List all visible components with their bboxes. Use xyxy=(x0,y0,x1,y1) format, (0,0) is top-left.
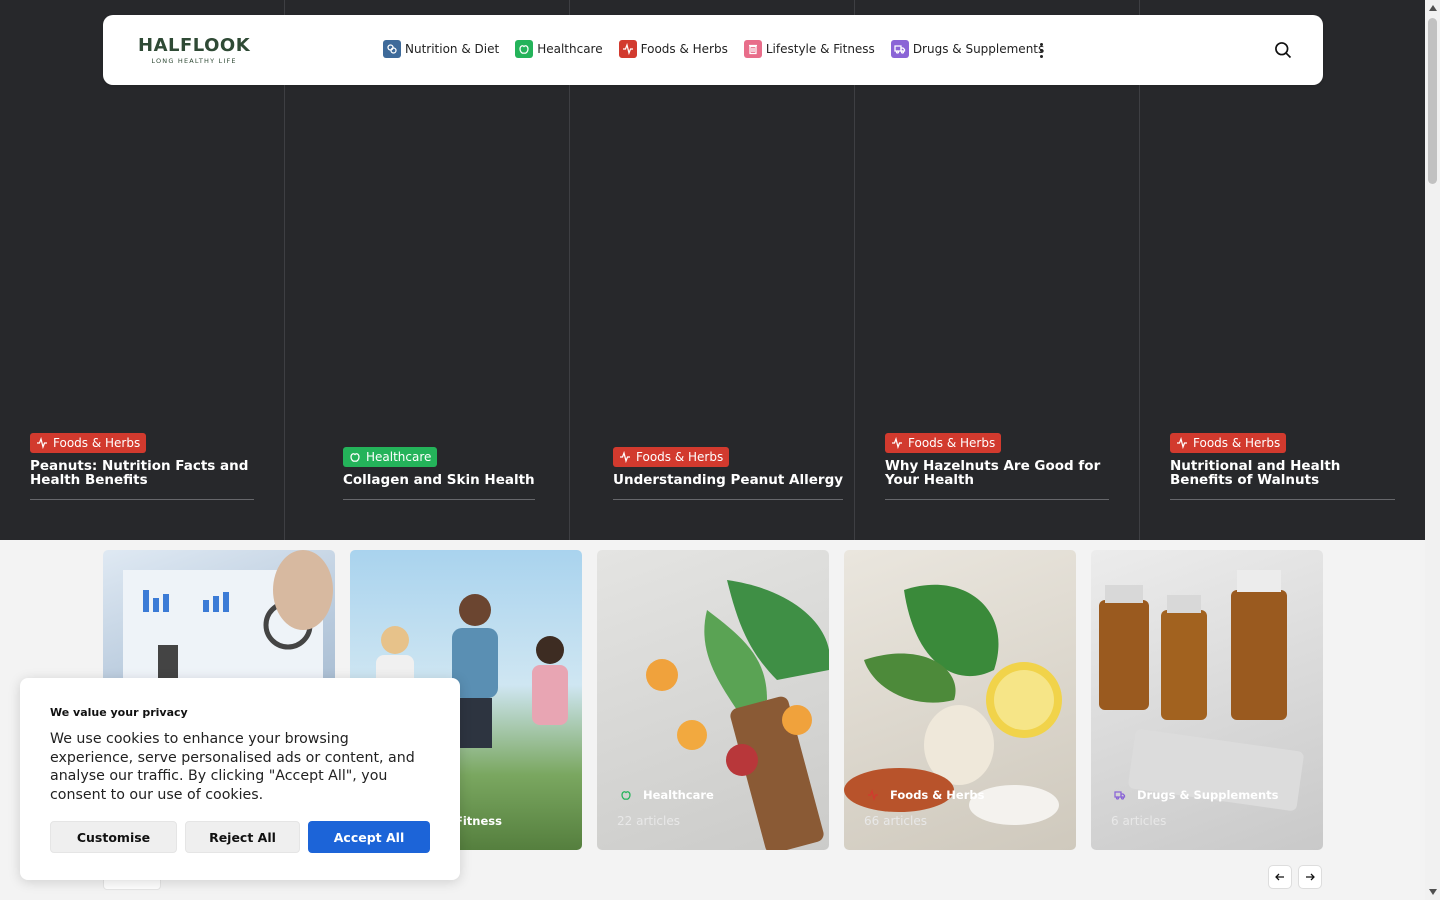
apple-icon xyxy=(617,786,635,804)
category-info: Foods & Herbs 66 articles xyxy=(864,786,984,828)
pulse-icon xyxy=(37,437,47,449)
pulse-icon xyxy=(620,451,630,463)
category-count: 6 articles xyxy=(1111,814,1167,828)
hero-card[interactable]: Foods & Herbs Understanding Peanut Aller… xyxy=(613,447,844,500)
next-button[interactable] xyxy=(1298,865,1322,889)
scroll-down-icon[interactable] xyxy=(1429,889,1437,895)
category-name: Drugs & Supplements xyxy=(1111,786,1279,804)
pulse-icon xyxy=(618,40,637,58)
cookie-title: We value your privacy xyxy=(50,706,188,719)
reject-all-button[interactable]: Reject All xyxy=(185,821,300,853)
category-card-drugs-supplements[interactable]: Drugs & Supplements 6 articles xyxy=(1091,550,1323,850)
nav-item-lifestyle-fitness[interactable]: Lifestyle & Fitness xyxy=(743,40,875,58)
hero-card[interactable]: Foods & Herbs Peanuts: Nutrition Facts a… xyxy=(30,433,254,500)
category-name: Healthcare xyxy=(617,786,714,804)
hero-title[interactable]: Collagen and Skin Health xyxy=(343,473,535,500)
apple-icon xyxy=(350,453,360,462)
site-header: HALFLOOK LONG HEALTHY LIFE Nutrition & D… xyxy=(103,15,1323,85)
nav-item-nutrition-diet[interactable]: Nutrition & Diet xyxy=(383,40,499,58)
hero-card[interactable]: Healthcare Collagen and Skin Health xyxy=(343,447,535,500)
arrow-right-icon xyxy=(1306,873,1315,881)
hero-title[interactable]: Why Hazelnuts Are Good for Your Health xyxy=(885,459,1109,500)
category-badge[interactable]: Foods & Herbs xyxy=(613,447,730,467)
scroll-up-icon[interactable] xyxy=(1429,5,1437,11)
truck-icon xyxy=(1111,786,1129,804)
trash-icon xyxy=(743,40,762,58)
arrow-left-icon xyxy=(1275,873,1284,881)
category-count: 22 articles xyxy=(617,814,680,828)
category-badge[interactable]: Foods & Herbs xyxy=(30,433,147,453)
pulse-icon xyxy=(1177,437,1187,449)
truck-icon xyxy=(890,40,909,58)
dot-icon xyxy=(1039,42,1043,46)
hero-card[interactable]: Foods & Herbs Why Hazelnuts Are Good for… xyxy=(885,433,1109,500)
cookie-actions: Customise Reject All Accept All xyxy=(50,821,430,853)
category-name: Foods & Herbs xyxy=(864,786,984,804)
category-info: Healthcare 22 articles xyxy=(617,786,714,828)
hero-title[interactable]: Understanding Peanut Allergy xyxy=(613,473,844,500)
accept-all-button[interactable]: Accept All xyxy=(308,821,430,853)
nav-item-healthcare[interactable]: Healthcare xyxy=(515,40,603,58)
category-badge[interactable]: Foods & Herbs xyxy=(885,433,1002,453)
pulse-icon xyxy=(892,437,902,449)
scroll-thumb[interactable] xyxy=(1428,18,1437,184)
nav-item-drugs-supplements[interactable]: Drugs & Supplements xyxy=(890,40,1044,58)
hero-title[interactable]: Peanuts: Nutrition Facts and Health Bene… xyxy=(30,459,254,500)
cookie-consent-banner: We value your privacy We use cookies to … xyxy=(20,678,460,880)
category-badge[interactable]: Foods & Herbs xyxy=(1170,433,1287,453)
category-count: 66 articles xyxy=(864,814,927,828)
prev-button[interactable] xyxy=(1268,865,1292,889)
category-card-foods-herbs[interactable]: Foods & Herbs 66 articles xyxy=(844,550,1076,850)
hero-card[interactable]: Foods & Herbs Nutritional and Health Ben… xyxy=(1170,433,1395,500)
dot-icon xyxy=(1039,48,1043,52)
hero-title[interactable]: Nutritional and Health Benefits of Walnu… xyxy=(1170,459,1395,500)
apple-icon xyxy=(515,40,534,58)
site-logo[interactable]: HALFLOOK LONG HEALTHY LIFE xyxy=(138,37,250,66)
pills-icon xyxy=(383,40,401,58)
search-icon xyxy=(1275,42,1292,59)
nav-item-foods-herbs[interactable]: Foods & Herbs xyxy=(618,40,728,58)
page-scrollbar[interactable] xyxy=(1425,0,1440,900)
search-button[interactable] xyxy=(1273,40,1293,60)
category-info: Drugs & Supplements 6 articles xyxy=(1111,786,1279,828)
dot-icon xyxy=(1039,54,1043,58)
category-card-healthcare[interactable]: Healthcare 22 articles xyxy=(597,550,829,850)
customise-button[interactable]: Customise xyxy=(50,821,177,853)
pulse-icon xyxy=(864,786,882,804)
main-nav: Nutrition & Diet Healthcare Foods & Herb… xyxy=(383,40,1044,58)
category-badge[interactable]: Healthcare xyxy=(343,447,438,467)
more-menu-button[interactable] xyxy=(1033,39,1049,61)
cookie-text: We use cookies to enhance your browsing … xyxy=(50,731,415,803)
